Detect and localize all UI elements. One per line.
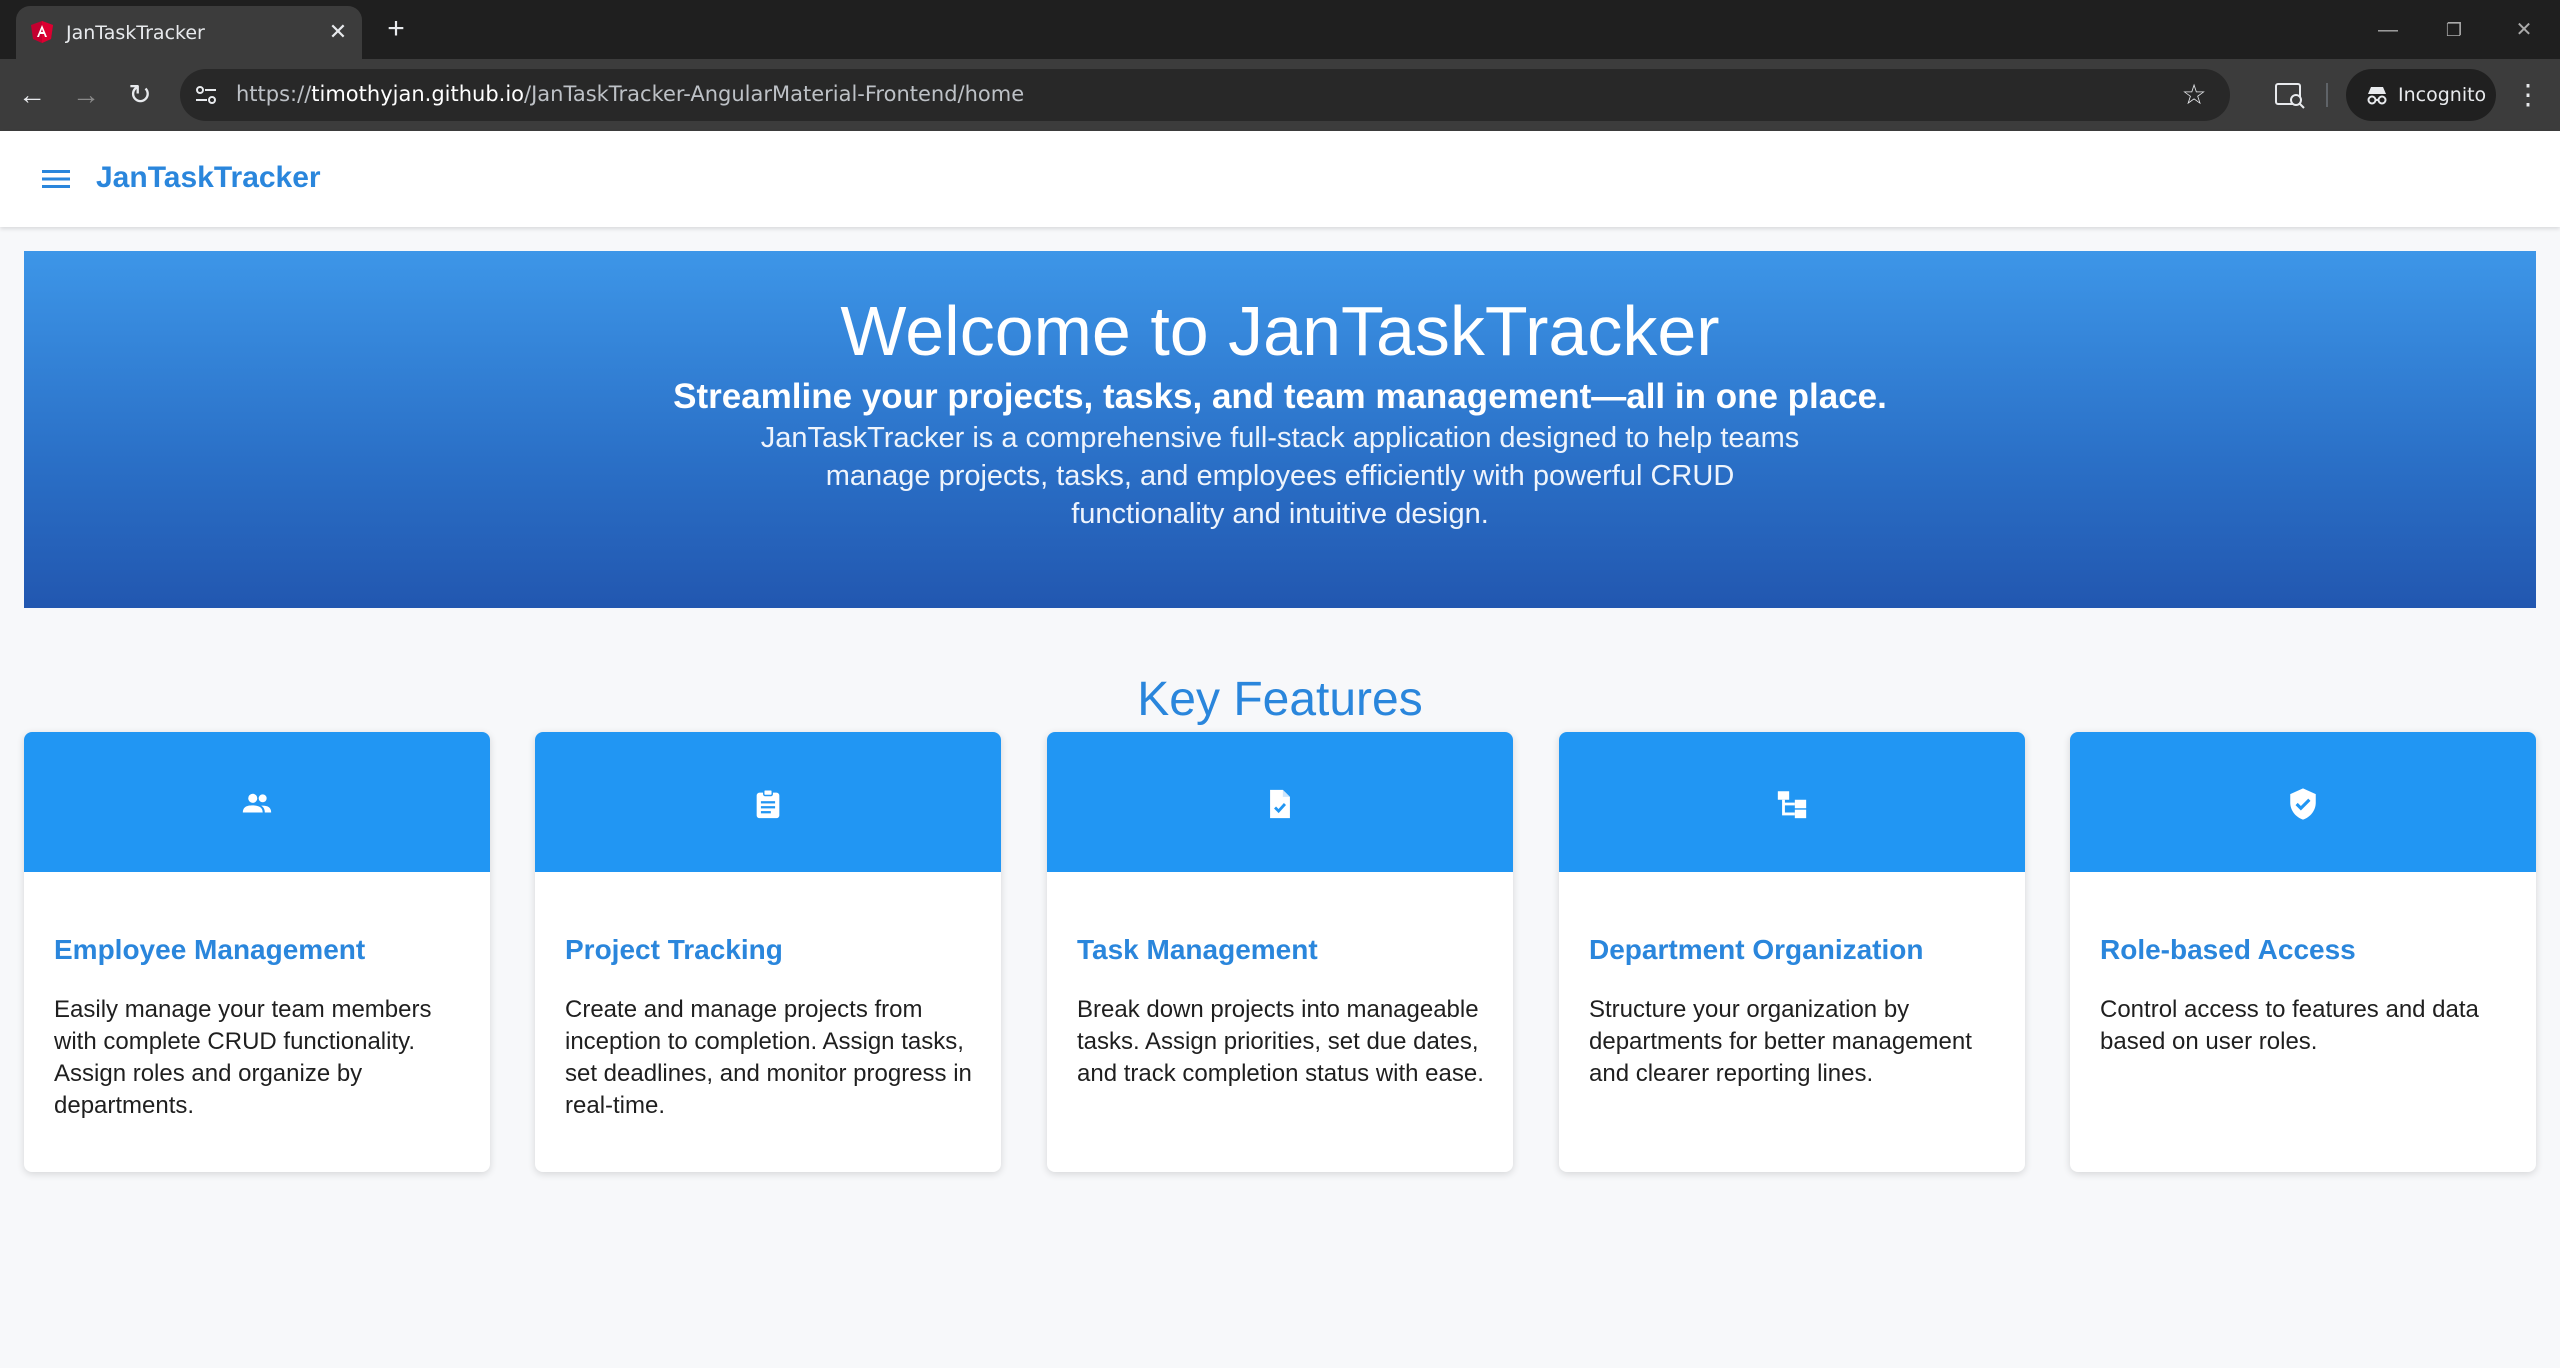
app-title[interactable]: JanTaskTracker xyxy=(96,161,321,195)
feature-card-employee-management: Employee Management Easily manage your t… xyxy=(24,732,490,1172)
card-header xyxy=(24,732,490,872)
new-tab-button[interactable]: + xyxy=(380,14,412,46)
card-description: Structure your organization by departmen… xyxy=(1589,996,1972,1087)
card-description: Break down projects into manageable task… xyxy=(1077,996,1484,1087)
shield-check-icon xyxy=(2290,788,2316,820)
card-title: Role-based Access xyxy=(2100,934,2356,965)
tab-search-icon[interactable] xyxy=(2270,75,2310,115)
card-description: Control access to features and data base… xyxy=(2100,996,2479,1055)
address-bar[interactable]: https://timothyjan.github.io/JanTaskTrac… xyxy=(180,69,2230,121)
hamburger-menu-icon[interactable] xyxy=(40,165,72,193)
card-title: Department Organization xyxy=(1589,934,1924,965)
back-arrow-icon[interactable]: ← xyxy=(14,77,50,113)
card-header xyxy=(535,732,1001,872)
incognito-label: Incognito xyxy=(2398,84,2487,106)
clipboard-icon xyxy=(756,789,780,819)
card-title: Employee Management xyxy=(54,934,366,965)
forward-arrow-icon[interactable]: → xyxy=(68,77,104,113)
bookmark-star-icon[interactable]: ☆ xyxy=(2176,77,2212,113)
site-settings-icon[interactable] xyxy=(192,81,220,109)
minimize-icon[interactable]: — xyxy=(2370,14,2406,46)
incognito-icon xyxy=(2367,87,2387,105)
incognito-badge[interactable]: Incognito xyxy=(2346,69,2496,121)
hero-title: Welcome to JanTaskTracker xyxy=(840,292,1720,370)
app-toolbar: JanTaskTracker xyxy=(0,131,2560,227)
restore-icon[interactable]: ❐ xyxy=(2436,14,2472,46)
angular-favicon-icon xyxy=(31,21,53,43)
card-title: Task Management xyxy=(1077,934,1318,965)
browser-menu-icon[interactable]: ⋮ xyxy=(2510,77,2546,113)
browser-toolbar: ← → ↻ https://timothyjan.github.io/JanTa… xyxy=(0,59,2560,131)
browser-tab[interactable]: JanTaskTracker ✕ xyxy=(16,6,362,59)
url-text: https://timothyjan.github.io/JanTaskTrac… xyxy=(236,82,1025,106)
card-header xyxy=(1047,732,1513,872)
hero-banner: Welcome to JanTaskTracker Streamline you… xyxy=(24,251,2536,608)
hierarchy-icon xyxy=(1777,791,1807,819)
card-header xyxy=(1559,732,2025,872)
features-heading: Key Features xyxy=(1137,673,1423,726)
feature-card-role-based-access: Role-based Access Control access to feat… xyxy=(2070,732,2536,1172)
close-window-icon[interactable]: ✕ xyxy=(2506,14,2542,46)
hero-description: JanTaskTracker is a comprehensive full-s… xyxy=(760,422,1800,530)
feature-card-task-management: Task Management Break down projects into… xyxy=(1047,732,1513,1172)
hero-subtitle: Streamline your projects, tasks, and tea… xyxy=(673,377,1887,416)
close-tab-icon[interactable]: ✕ xyxy=(324,18,352,46)
people-icon xyxy=(242,793,272,813)
feature-card-project-tracking: Project Tracking Create and manage proje… xyxy=(535,732,1001,1172)
toolbar-divider xyxy=(2326,83,2328,107)
browser-tab-strip: JanTaskTracker ✕ + — ❐ ✕ xyxy=(0,0,2560,59)
task-file-icon xyxy=(1270,789,1290,819)
card-title: Project Tracking xyxy=(565,934,783,965)
reload-icon[interactable]: ↻ xyxy=(122,77,158,113)
feature-card-department-organization: Department Organization Structure your o… xyxy=(1559,732,2025,1172)
card-description: Create and manage projects from inceptio… xyxy=(565,996,972,1119)
tab-title: JanTaskTracker xyxy=(66,22,205,44)
card-description: Easily manage your team members with com… xyxy=(54,996,432,1119)
card-header xyxy=(2070,732,2536,872)
